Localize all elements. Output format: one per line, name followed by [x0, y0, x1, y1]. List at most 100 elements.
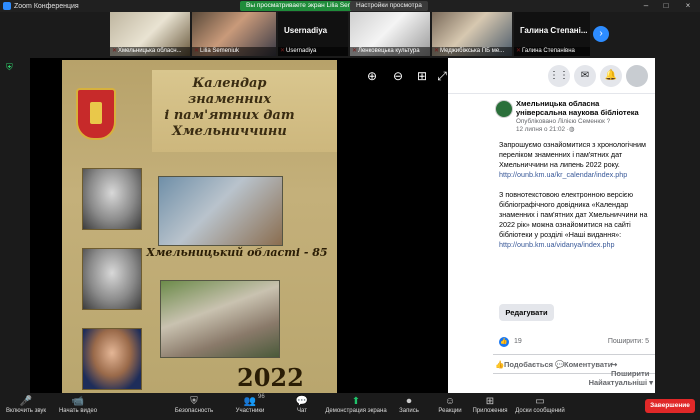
share-icon: ↪	[611, 360, 618, 369]
poster-year: 2022	[237, 363, 304, 392]
participant-display-name: Галина Степані...	[520, 26, 588, 35]
reactions-label: Реакции	[438, 408, 462, 414]
apps-icon: ⊞	[485, 396, 495, 407]
portrait-image	[82, 168, 142, 230]
maximize-icon[interactable]: □	[656, 0, 676, 12]
record-icon: ⏺	[406, 396, 412, 407]
published-by[interactable]: Опубліковано Лілією Семенюк	[516, 118, 605, 125]
comment-sort-dropdown[interactable]: Найактуальніші ▾	[493, 378, 653, 387]
page-name-link[interactable]: Хмельницька обласна універсальна наукова…	[516, 99, 651, 117]
participant-tile[interactable]: ✕ Хмельницька обласн...	[110, 12, 190, 56]
thumbs-up-icon: 👍	[495, 360, 505, 369]
whiteboard-icon: ▭	[535, 396, 545, 407]
poster-title-line: знаменних	[188, 92, 271, 107]
shared-screen: Календар знаменних і пам'ятних дат Хмель…	[30, 58, 655, 393]
post-paragraph: З повнотекстовою електронною версією біб…	[499, 190, 648, 239]
page-avatar[interactable]	[495, 100, 513, 118]
coat-of-arms-icon	[76, 88, 116, 140]
muted-mic-icon: 🎤	[19, 396, 33, 407]
portrait-image	[82, 248, 142, 310]
share-button[interactable]: ↪Поширити	[611, 360, 655, 378]
video-off-icon: 📹	[71, 396, 85, 407]
edit-button[interactable]: Редагувати	[499, 304, 554, 321]
security-label: Безопасность	[174, 408, 214, 414]
share-screen-label: Демонстрация экрана	[325, 408, 387, 414]
chat-label: Чат	[297, 408, 307, 414]
comment-label: Коментувати	[564, 360, 613, 369]
post-paragraph: Запрошуємо ознайомитися з хронологічним …	[499, 140, 646, 169]
participant-name: Lilia Semeniuk	[192, 47, 276, 56]
shares-count[interactable]: Поширити: 5	[608, 338, 649, 345]
share-label: Поширити	[611, 369, 650, 378]
apps-label: Приложения	[472, 408, 508, 414]
participant-name: Ленковецька культура	[350, 47, 430, 56]
window-title: Zoom Конференция	[14, 2, 79, 10]
participant-name: Usernadiya	[278, 47, 348, 56]
zoom-app-icon	[3, 2, 11, 10]
whiteboards-label: Доски сообщений	[515, 408, 565, 414]
menu-grid-icon[interactable]: ⋮⋮	[548, 65, 570, 87]
reactions-button[interactable]: ☺ Реакции	[434, 395, 466, 414]
portrait-image	[82, 328, 142, 390]
poster-title-line: і пам'ятних дат	[164, 108, 295, 123]
next-page-arrow-icon[interactable]: ›	[593, 26, 609, 42]
participant-strip: ✕ Хмельницька обласн... ✕ Lilia Semeniuk…	[0, 12, 700, 56]
record-button[interactable]: ⏺ Запись	[396, 395, 422, 414]
post-body: Запрошуємо ознайомитися з хронологічним …	[499, 140, 649, 260]
calendar-poster: Календар знаменних і пам'ятних дат Хмель…	[62, 60, 337, 393]
title-bar: Zoom Конференция Вы просматриваете экран…	[0, 0, 700, 12]
share-screen-button[interactable]: ⬆ Демонстрация экрана	[324, 395, 388, 414]
facebook-top-bar: ⋮⋮ ✉ 🔔	[448, 58, 655, 94]
close-icon[interactable]: ×	[678, 0, 698, 12]
help-icon[interactable]: ?	[607, 118, 611, 125]
view-options-button[interactable]: Настройки просмотра	[350, 1, 428, 11]
reactions-count[interactable]: 19	[514, 338, 522, 345]
start-video-label: Начать видео	[58, 408, 98, 414]
security-button[interactable]: ⛨ Безопасность	[172, 395, 216, 414]
apps-button[interactable]: ⊞ Приложения	[470, 395, 510, 414]
whiteboards-button[interactable]: ▭ Доски сообщений	[514, 395, 566, 414]
participant-name: Меджибіжська ПБ ме...	[432, 47, 512, 56]
tag-icon[interactable]: ⊞	[414, 68, 430, 84]
participants-button[interactable]: 👥 96 Участники	[228, 394, 272, 414]
participant-tile[interactable]: Галина Степані... ✕ Галина Степанівна	[514, 12, 590, 56]
notifications-icon[interactable]: 🔔	[600, 65, 622, 87]
participant-name: Галина Степанівна	[514, 47, 590, 56]
meeting-toolbar: 🎤 Включить звук 📹 Начать видео ⛨ Безопаснос…	[0, 393, 700, 420]
poster-title-line: Хмельниччини	[172, 124, 287, 139]
participant-tile[interactable]: ✕ Ленковецька культура	[350, 12, 430, 56]
unmute-button[interactable]: 🎤 Включить звук	[4, 395, 48, 414]
end-meeting-button[interactable]: Завершение	[645, 399, 695, 413]
messenger-icon[interactable]: ✉	[574, 65, 596, 87]
post-link[interactable]: http://ounb.km.ua/kr_calendar/index.php	[499, 170, 627, 179]
like-reaction-icon[interactable]: 👍	[499, 337, 509, 347]
participant-display-name: Usernadiya	[284, 26, 328, 35]
participant-tile[interactable]: ✕ Lilia Semeniuk	[192, 12, 276, 56]
minimize-icon[interactable]: –	[636, 0, 656, 12]
like-button[interactable]: 👍Подобається	[495, 360, 553, 369]
globe-icon: ·◍	[566, 126, 575, 133]
chat-icon: 💬	[295, 396, 309, 407]
participants-label: Участники	[235, 408, 265, 414]
zoom-window: Zoom Конференция Вы просматриваете экран…	[0, 0, 700, 420]
zoom-out-icon[interactable]: ⊖	[390, 68, 406, 84]
encryption-shield-icon[interactable]: ⛨	[6, 62, 13, 73]
participant-tile[interactable]: ✕ Меджибіжська ПБ ме...	[432, 12, 512, 56]
reactions-icon: ☺	[444, 396, 456, 407]
shield-icon: ⛨	[190, 396, 198, 407]
zoom-in-icon[interactable]: ⊕	[364, 68, 380, 84]
participants-count: 96	[258, 394, 265, 400]
poster-title-line: Календар	[192, 76, 267, 91]
monastery-photo	[160, 280, 280, 358]
chat-button[interactable]: 💬 Чат	[292, 395, 312, 414]
building-photo	[158, 176, 283, 246]
post-date[interactable]: 12 липня о 21:02	[516, 126, 565, 133]
participant-name: Хмельницька обласн...	[110, 47, 190, 56]
record-label: Запись	[399, 408, 419, 414]
participant-tile[interactable]: Usernadiya ✕ Usernadiya	[278, 12, 348, 56]
comment-button[interactable]: 💬Коментувати	[555, 360, 612, 369]
post-link[interactable]: http://ounb.km.ua/vidanya/index.php	[499, 240, 614, 249]
start-video-button[interactable]: 📹 Начать видео	[56, 395, 100, 414]
post-actions: 👍Подобається 💬Коментувати ↪Поширити	[493, 354, 655, 378]
profile-avatar[interactable]	[626, 65, 648, 87]
